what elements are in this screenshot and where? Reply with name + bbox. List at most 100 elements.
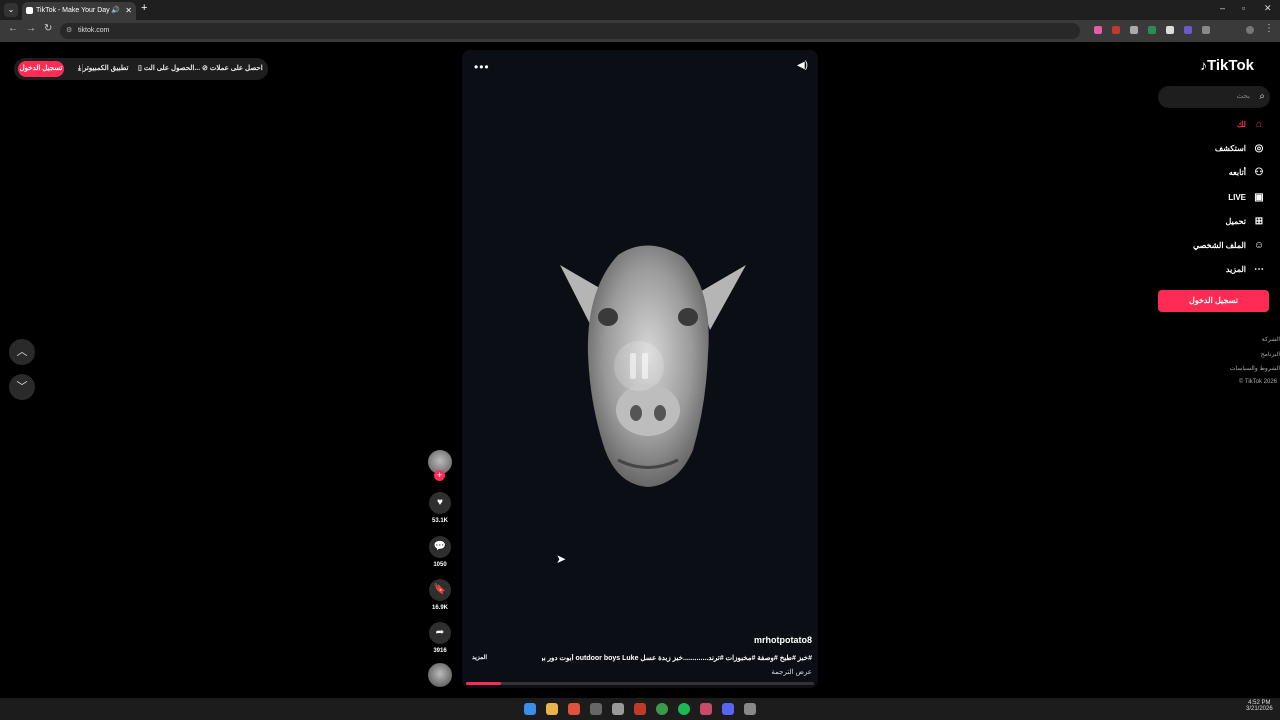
file-explorer-icon[interactable] [546, 703, 558, 715]
system-clock[interactable]: 4:52 PM 3/21/2026 [1246, 700, 1273, 712]
get-app-button[interactable]: ▯ الحصول على الت... [138, 58, 200, 80]
sidebar-item-label: LIVE [1228, 193, 1246, 202]
footer-link-company[interactable]: الشركة [1262, 336, 1280, 343]
clock-date: 3/21/2026 [1246, 706, 1273, 712]
app-icon[interactable] [634, 703, 646, 715]
caption-more-button[interactable]: المزيد [472, 654, 487, 661]
footer-link-program[interactable]: البرنامج [1261, 351, 1280, 358]
sidebar-item-for-you[interactable]: لك ⌂ [1237, 116, 1266, 134]
reload-icon[interactable]: ↻ [44, 23, 52, 34]
app-icon[interactable] [700, 703, 712, 715]
volume-icon[interactable]: ◀) [797, 60, 808, 71]
top-login-button[interactable]: تسجيل الدخول [18, 61, 64, 77]
share-count: 3916 [433, 648, 447, 654]
tiktok-favicon-icon [26, 7, 33, 14]
site-info-icon[interactable]: ⚙ [66, 23, 72, 39]
video-caption: #خبز #طبخ #وصفة #مخبوزات #ترند..........… [542, 655, 812, 662]
get-on-label: الحصول على الت... [143, 65, 201, 72]
tab-title: TikTok - Make Your Day [36, 7, 110, 14]
app-icon[interactable] [612, 703, 624, 715]
windows-taskbar: 4:52 PM 3/21/2026 [0, 698, 1280, 720]
save-action[interactable]: 🔖 16.9K [426, 579, 454, 611]
sidebar-item-profile[interactable]: الملف الشخصي ☺ [1193, 237, 1266, 255]
footer-link-terms[interactable]: الشروط والسياسات [1230, 365, 1280, 372]
extension-icon[interactable] [1112, 26, 1120, 34]
extension-icon[interactable] [1166, 26, 1174, 34]
share-icon[interactable]: ➦ [429, 622, 451, 644]
following-icon: ⚇ [1254, 167, 1264, 178]
get-coins-button[interactable]: ⊘ احصل على عملات [202, 58, 263, 80]
app-icon[interactable] [744, 703, 756, 715]
maximize-button[interactable]: ▫ [1242, 3, 1245, 13]
extension-icon[interactable] [1130, 26, 1138, 34]
progress-fill [466, 682, 501, 685]
live-icon: ▣ [1254, 192, 1264, 203]
like-count: 53.1K [431, 518, 448, 524]
brave-icon[interactable] [568, 703, 580, 715]
mouse-cursor-icon: ➤ [556, 552, 567, 566]
extension-icon[interactable] [1094, 26, 1102, 34]
compass-icon: ◎ [1254, 143, 1264, 154]
close-tab-icon[interactable]: ✕ [125, 2, 132, 20]
video-progress-bar[interactable] [466, 682, 814, 685]
start-icon[interactable] [524, 703, 536, 715]
sidebar-item-following[interactable]: أتابعه ⚇ [1229, 164, 1266, 182]
back-icon[interactable]: ← [8, 23, 18, 34]
sidebar-item-label: تحميل [1225, 217, 1247, 226]
sidebar-item-label: لك [1236, 120, 1246, 129]
minimize-button[interactable]: – [1220, 3, 1225, 13]
browser-tab-strip: ⌄ TikTok - Make Your Day 🔊 ✕ + – ▫ ✕ [0, 0, 1280, 20]
next-video-button[interactable]: ﹀ [9, 374, 35, 400]
more-options-icon[interactable]: ••• [474, 60, 490, 74]
chevron-down-icon: ﹀ [16, 381, 28, 393]
chrome-icon[interactable] [656, 703, 668, 715]
discord-icon[interactable] [722, 703, 734, 715]
pause-icon [630, 353, 650, 379]
browser-tab[interactable]: TikTok - Make Your Day 🔊 ✕ [22, 2, 136, 20]
sidebar-item-live[interactable]: LIVE ▣ [1228, 189, 1266, 207]
tiktok-logo[interactable]: ♪TikTok [1200, 57, 1254, 74]
tab-search-button[interactable]: ⌄ [4, 3, 18, 17]
video-author[interactable]: mrhotpotato8 [754, 635, 812, 645]
tiktok-page: تسجيل الدخول ⤓ تطبيق الكمبيوتر ▯ الحصول … [0, 42, 1280, 698]
heart-icon[interactable]: ♥ [429, 492, 451, 514]
profile-icon: ☺ [1253, 240, 1265, 251]
sidebar-item-more[interactable]: المزيد ⋯ [1226, 261, 1266, 279]
extension-icon[interactable] [1148, 26, 1156, 34]
sidebar-item-explore[interactable]: استكشف ◎ [1215, 140, 1266, 158]
top-actions-bar: تسجيل الدخول ⤓ تطبيق الكمبيوتر ▯ الحصول … [14, 58, 268, 80]
like-action[interactable]: ♥ 53.1K [426, 492, 454, 524]
chevron-up-icon: ︿ [16, 346, 28, 358]
previous-video-button[interactable]: ︿ [9, 339, 35, 365]
app-icon[interactable] [590, 703, 602, 715]
sidebar-login-button[interactable]: تسجيل الدخول [1158, 290, 1269, 312]
get-desktop-app-button[interactable]: ⤓ تطبيق الكمبيوتر [78, 58, 128, 80]
see-translation-button[interactable]: عرض الترجمة [771, 668, 812, 676]
extensions-menu-icon[interactable] [1202, 26, 1210, 34]
forward-icon[interactable]: → [26, 23, 36, 34]
profile-avatar[interactable] [1246, 26, 1254, 34]
video-player[interactable]: ••• ◀) mrhotpotato8 المزيد #خبز #طبخ #وص… [462, 50, 818, 688]
address-bar[interactable]: ⚙ tiktok.com [60, 23, 1080, 39]
extension-icon[interactable] [1184, 26, 1192, 34]
save-count: 16.9K [431, 605, 448, 611]
music-disc-icon[interactable] [428, 663, 452, 687]
sidebar-item-label: الملف الشخصي [1192, 241, 1246, 250]
coins-label: احصل على عملات [209, 65, 263, 72]
close-window-button[interactable]: ✕ [1264, 3, 1272, 14]
logo-text: TikTok [1207, 57, 1254, 74]
sidebar-item-upload[interactable]: تحميل ⊞ [1226, 213, 1267, 231]
spotify-icon[interactable] [678, 703, 690, 715]
download-icon: ⤓ [78, 65, 82, 72]
speaker-icon[interactable]: 🔊 [111, 2, 120, 20]
tiktok-note-icon: ♪ [1200, 57, 1207, 73]
menu-icon[interactable]: ⋮ [1264, 23, 1274, 34]
share-action[interactable]: ➦ 3916 [426, 622, 454, 654]
search-input[interactable]: بحث ⌕ [1158, 86, 1270, 108]
new-tab-button[interactable]: + [141, 2, 147, 14]
search-icon[interactable]: ⌕ [1259, 86, 1265, 108]
comment-action[interactable]: 💬 1050 [426, 536, 454, 568]
follow-plus-icon[interactable]: + [434, 470, 445, 481]
comment-icon[interactable]: 💬 [429, 536, 451, 558]
bookmark-icon[interactable]: 🔖 [429, 579, 451, 601]
